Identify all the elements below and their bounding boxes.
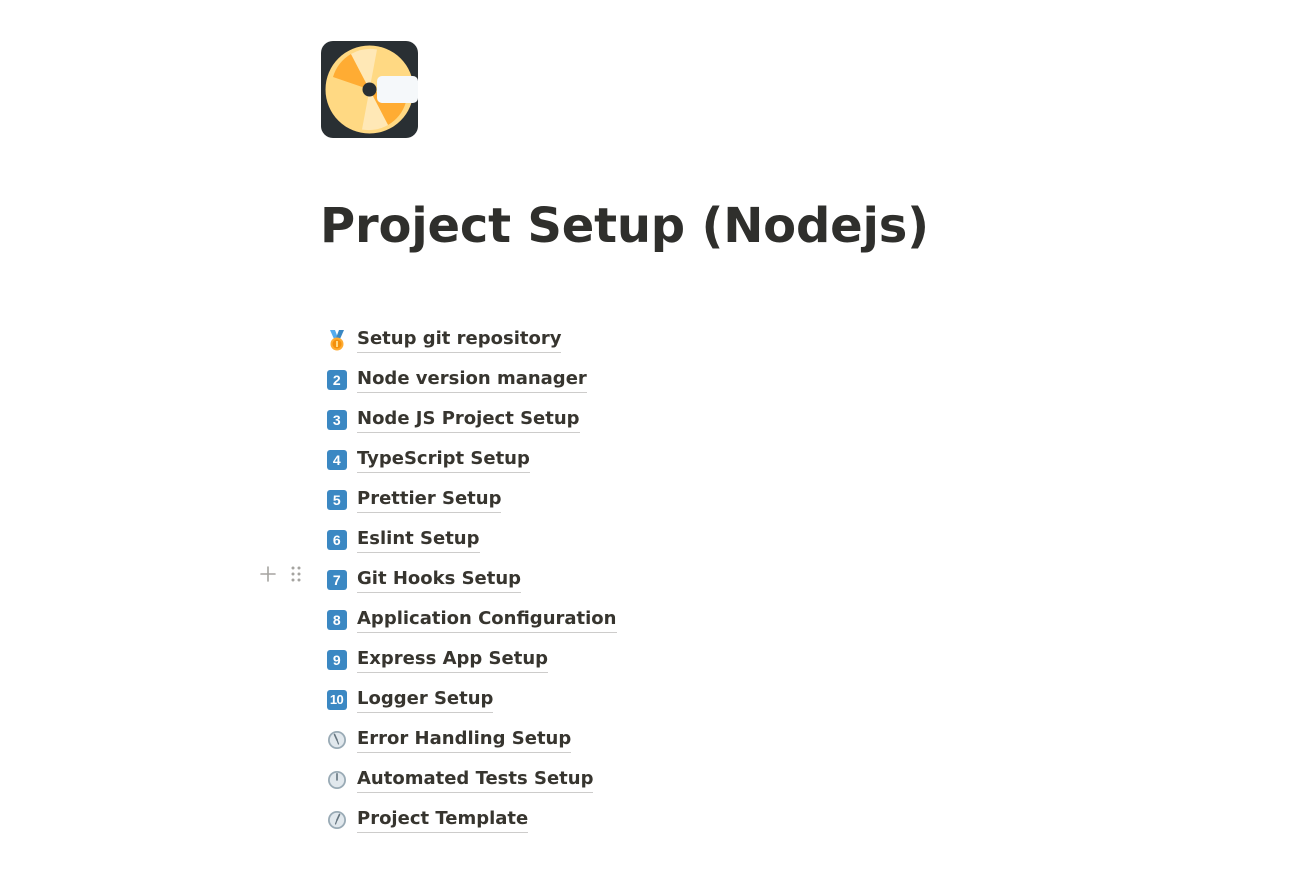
page-link-label: Logger Setup [357,687,494,713]
keycap-7-icon: 7 [326,570,347,591]
keycap-label: 6 [326,530,347,550]
page-link-label: Error Handling Setup [357,727,572,753]
page-link-prettier-setup[interactable]: 5 Prettier Setup [326,480,1026,520]
page-link-label: Git Hooks Setup [357,567,522,593]
clock-icon [326,810,347,831]
keycap-6-icon: 6 [326,530,347,551]
page-link-label: Node JS Project Setup [357,407,580,433]
page-link-label: Setup git repository [357,327,562,353]
keycap-label: 5 [326,490,347,510]
page-link-express-app-setup[interactable]: 9 Express App Setup [326,640,1026,680]
page-link-label: Prettier Setup [357,487,502,513]
page-link-application-configuration[interactable]: 8 Application Configuration [326,600,1026,640]
keycap-2-icon: 2 [326,370,347,391]
page-link-automated-tests-setup[interactable]: Automated Tests Setup [326,760,1026,800]
page-link-label: Automated Tests Setup [357,767,594,793]
page-link-label: Node version manager [357,367,587,393]
plus-icon[interactable] [258,562,278,586]
clock-icon [326,770,347,791]
page-link-eslint-setup[interactable]: 6 Eslint Setup [326,520,1026,560]
keycap-label: 3 [326,410,347,430]
page-link-list: Setup git repository 2 Node version mana… [326,320,1026,840]
page-link-typescript-setup[interactable]: 4 TypeScript Setup [326,440,1026,480]
page-link-label: TypeScript Setup [357,447,530,473]
drag-handle-icon[interactable] [286,562,306,586]
medal-icon [326,329,347,351]
keycap-label: 2 [326,370,347,390]
page-link-label: Project Template [357,807,529,833]
page-link-label: Application Configuration [357,607,617,633]
page-link-git-hooks-setup[interactable]: 7 Git Hooks Setup [326,560,1026,600]
keycap-label: 10 [326,690,347,710]
page-link-node-version-manager[interactable]: 2 Node version manager [326,360,1026,400]
page: Project Setup (Nodejs) Setup git reposit… [0,0,1313,894]
keycap-9-icon: 9 [326,650,347,671]
page-link-label: Express App Setup [357,647,549,673]
page-link-label: Eslint Setup [357,527,480,553]
keycap-3-icon: 3 [326,410,347,431]
keycap-10-icon: 10 [326,690,347,711]
page-link-node-js-project-setup[interactable]: 3 Node JS Project Setup [326,400,1026,440]
keycap-label: 9 [326,650,347,670]
page-title[interactable]: Project Setup (Nodejs) [320,196,929,256]
keycap-label: 8 [326,610,347,630]
keycap-8-icon: 8 [326,610,347,631]
page-link-logger-setup[interactable]: 10 Logger Setup [326,680,1026,720]
keycap-5-icon: 5 [326,490,347,511]
keycap-label: 4 [326,450,347,470]
dvd-disc-icon[interactable] [321,41,418,138]
clock-icon [326,730,347,751]
page-link-error-handling-setup[interactable]: Error Handling Setup [326,720,1026,760]
block-handle [258,562,306,586]
page-link-setup-git-repository[interactable]: Setup git repository [326,320,1026,360]
page-link-project-template[interactable]: Project Template [326,800,1026,840]
keycap-label: 7 [326,570,347,590]
keycap-4-icon: 4 [326,450,347,471]
